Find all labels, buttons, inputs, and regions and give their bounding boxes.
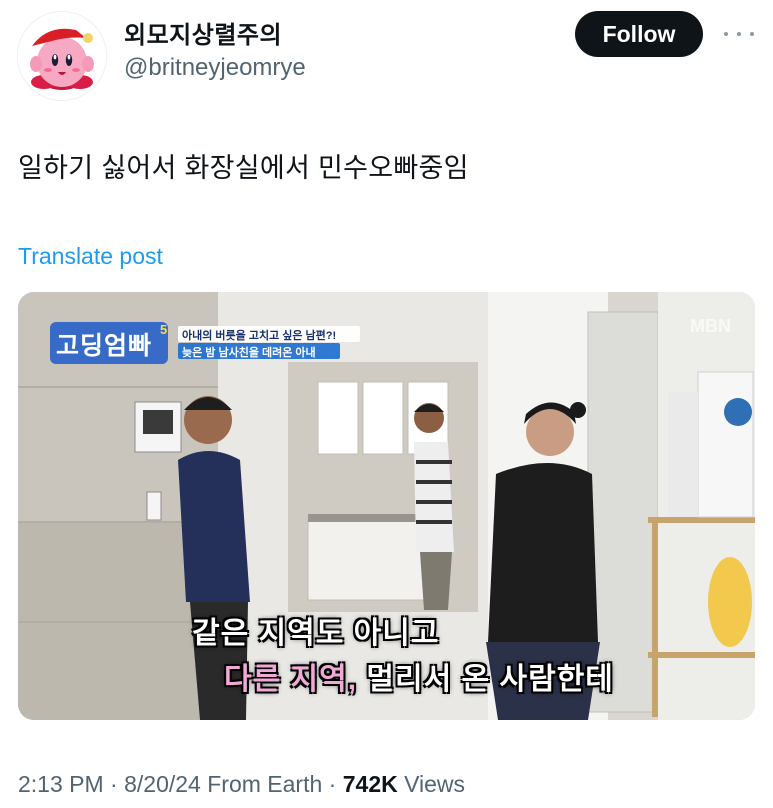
subtitle-line-2: 다른 지역, 멀리서 온 사람한테 [224,654,614,698]
channel-logo: MBN [690,316,731,336]
tweet-text: 일하기 싫어서 화장실에서 민수오빠중임 [18,153,469,183]
author-handle[interactable]: @britneyjeomrye [124,54,306,82]
tweet-time[interactable]: 2:13 PM [18,771,104,797]
author-display-name[interactable]: 외모지상렬주의 [124,15,282,50]
meta-separator: · [110,771,118,797]
show-caption-bottom: 늦은 밤 남사친을 데려온 아내 [182,347,316,359]
more-options-icon[interactable] [720,22,758,46]
tweet-date[interactable]: 8/20/24 [124,771,201,797]
tweet-media-image[interactable]: 고딩엄빠 5 아내의 버릇을 고치고 싶은 남편?! 늦은 밤 남사친을 데려온… [18,292,755,720]
meta-separator: · [328,771,337,797]
kirby-avatar-icon [18,12,106,100]
follow-button[interactable]: Follow [575,11,703,57]
show-logo: 고딩엄빠 [56,332,153,360]
translate-post-link[interactable]: Translate post [18,243,163,270]
tweet-meta: 2:13 PM · 8/20/24 From Earth · 742K View… [18,771,465,798]
show-caption-top: 아내의 버릇을 고치고 싶은 남편?! [182,330,337,342]
views-label: Views [404,771,466,797]
show-season-badge: 5 [160,322,168,337]
subtitle-highlight: 다른 지역, [224,663,358,696]
subtitle-line-1: 같은 지역도 아니고 [192,617,440,650]
tweet-source: From Earth [207,771,323,797]
views-count: 742K [342,771,398,797]
subtitle-rest: 멀리서 온 사람한테 [366,663,614,696]
avatar[interactable] [17,11,107,101]
